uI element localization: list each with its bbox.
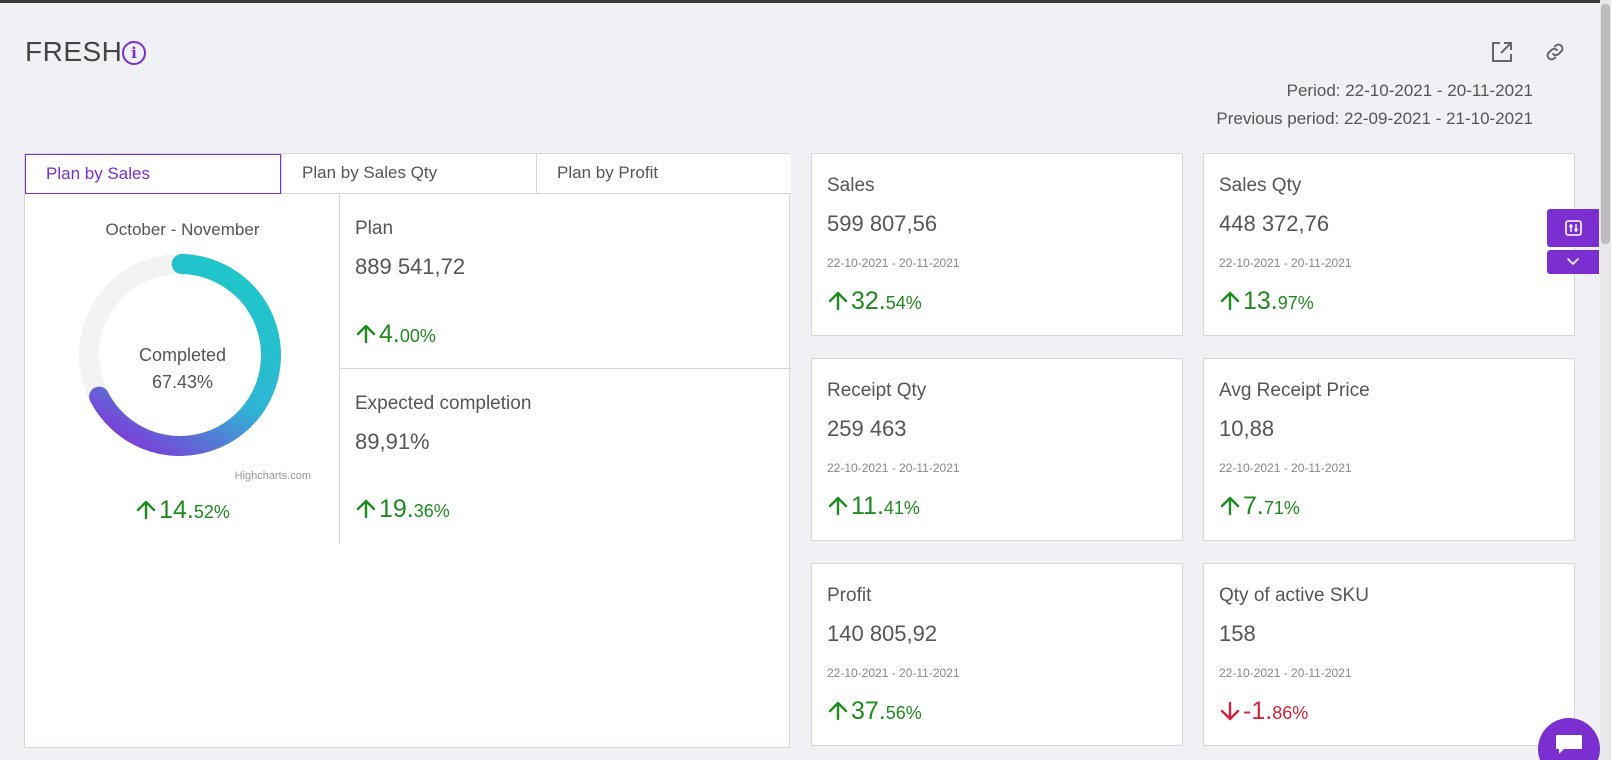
chevron-down-icon: [1567, 258, 1579, 266]
kpi-label: Sales Qty: [1219, 175, 1302, 196]
kpi-card-active-sku[interactable]: Qty of active SKU 158 22-10-2021 - 20-11…: [1203, 563, 1575, 746]
change-indicator: 13. 97%: [1219, 287, 1314, 316]
change-decimal: 52%: [193, 502, 230, 522]
kpi-value: 10,88: [1219, 416, 1275, 441]
arrow-up-icon: [1220, 496, 1240, 516]
arrow-up-icon: [828, 701, 848, 721]
expected-completion-value: 89,91%: [355, 429, 430, 454]
donut-center-value: 67.43%: [151, 372, 214, 392]
change-indicator: 14. 52%: [135, 496, 230, 525]
tab-plan-by-sales[interactable]: Plan by Sales: [25, 154, 281, 194]
kpi-card-sales[interactable]: Sales 599 807,56 22-10-2021 - 20-11-2021…: [811, 153, 1183, 336]
filter-settings-button[interactable]: [1547, 209, 1599, 247]
change-indicator: 7. 71%: [1219, 492, 1300, 521]
info-icon[interactable]: i: [122, 41, 146, 65]
kpi-period: 22-10-2021 - 20-11-2021: [827, 256, 960, 270]
chat-icon: [1556, 735, 1582, 754]
kpi-card-avg-receipt-price[interactable]: Avg Receipt Price 10,88 22-10-2021 - 20-…: [1203, 358, 1575, 541]
change-decimal: 41%: [883, 498, 920, 518]
change-decimal: 54%: [885, 293, 922, 313]
tab-plan-by-profit[interactable]: Plan by Profit: [536, 154, 791, 194]
change-indicator: -1. 86%: [1219, 697, 1308, 726]
kpi-label: Qty of active SKU: [1219, 585, 1369, 606]
previous-period-text: Previous period: 22-09-2021 - 21-10-2021: [1216, 109, 1533, 128]
change-integer: 32.: [851, 287, 886, 315]
kpi-label: Receipt Qty: [827, 380, 927, 401]
change-decimal: 71%: [1263, 498, 1300, 518]
kpi-period: 22-10-2021 - 20-11-2021: [1219, 461, 1352, 475]
link-icon[interactable]: [1543, 40, 1567, 64]
scrollbar-thumb[interactable]: [1601, 4, 1610, 244]
period-text: Period: 22-10-2021 - 20-11-2021: [1286, 81, 1533, 100]
change-integer: 4.: [379, 320, 400, 348]
page-scrollbar[interactable]: [1600, 0, 1611, 760]
arrow-up-icon: [828, 496, 848, 516]
plan-value: 889 541,72: [355, 254, 466, 279]
change-indicator: 32. 54%: [827, 287, 922, 316]
arrow-down-icon: [1220, 701, 1240, 721]
expected-completion-metric: Expected completion 89,91% 19. 36%: [340, 369, 791, 544]
plan-panel: Plan by Sales Plan by Sales Qty Plan by …: [24, 153, 791, 748]
arrow-up-icon: [828, 291, 848, 311]
sliders-icon: [1565, 220, 1582, 236]
kpi-value: 259 463: [827, 416, 907, 441]
change-integer: 13.: [1243, 287, 1278, 315]
top-bar: [0, 0, 1611, 3]
kpi-period: 22-10-2021 - 20-11-2021: [827, 666, 960, 680]
donut-center-caption: Completed: [138, 345, 227, 365]
change-integer: -1.: [1243, 697, 1273, 725]
change-indicator: 4. 00%: [355, 320, 436, 349]
change-decimal: 86%: [1272, 703, 1309, 723]
kpi-value: 158: [1219, 621, 1256, 646]
kpi-card-receipt-qty[interactable]: Receipt Qty 259 463 22-10-2021 - 20-11-2…: [811, 358, 1183, 541]
chart-credit[interactable]: Highcharts.com: [235, 470, 311, 482]
change-integer: 11.: [851, 492, 884, 520]
arrow-up-icon: [136, 500, 156, 520]
completion-donut-section: October - November Completed 67.43% High…: [25, 194, 340, 544]
kpi-period: 22-10-2021 - 20-11-2021: [1219, 256, 1352, 270]
change-indicator: 37. 56%: [827, 697, 922, 726]
tab-plan-by-sales-qty[interactable]: Plan by Sales Qty: [281, 154, 536, 194]
change-decimal: 00%: [399, 326, 436, 346]
arrow-up-icon: [1220, 291, 1240, 311]
donut-change: 14. 52%: [25, 496, 340, 525]
change-integer: 19.: [379, 495, 414, 523]
change-decimal: 56%: [885, 703, 922, 723]
kpi-card-sales-qty[interactable]: Sales Qty 448 372,76 22-10-2021 - 20-11-…: [1203, 153, 1575, 336]
kpi-label: Profit: [827, 585, 872, 606]
kpi-period: 22-10-2021 - 20-11-2021: [1219, 666, 1352, 680]
kpi-card-profit[interactable]: Profit 140 805,92 22-10-2021 - 20-11-202…: [811, 563, 1183, 746]
collapse-button[interactable]: [1547, 250, 1599, 274]
chat-button[interactable]: [1538, 718, 1600, 760]
donut-center-label: Completed 67.43%: [25, 342, 340, 396]
kpi-value: 599 807,56: [827, 211, 938, 236]
kpi-value: 448 372,76: [1219, 211, 1330, 236]
change-integer: 37.: [851, 697, 886, 725]
page-title: FRESH: [25, 36, 123, 67]
change-decimal: 97%: [1277, 293, 1314, 313]
change-indicator: 19. 36%: [355, 495, 450, 524]
change-integer: 14.: [159, 496, 194, 524]
arrow-up-icon: [356, 324, 376, 344]
plan-label: Plan: [355, 218, 394, 239]
kpi-period: 22-10-2021 - 20-11-2021: [827, 461, 960, 475]
expected-completion-label: Expected completion: [355, 393, 532, 414]
plan-metric: Plan 889 541,72 4. 00%: [340, 194, 791, 369]
kpi-value: 140 805,92: [827, 621, 938, 646]
external-link-icon[interactable]: [1490, 40, 1514, 64]
donut-period-label: October - November: [105, 220, 260, 239]
kpi-label: Sales: [827, 175, 875, 196]
change-integer: 7.: [1243, 492, 1264, 520]
kpi-label: Avg Receipt Price: [1219, 380, 1370, 401]
arrow-up-icon: [356, 499, 376, 519]
change-decimal: 36%: [413, 501, 450, 521]
plan-tabs: Plan by Sales Plan by Sales Qty Plan by …: [25, 154, 791, 194]
change-indicator: 11. 41%: [827, 492, 920, 521]
